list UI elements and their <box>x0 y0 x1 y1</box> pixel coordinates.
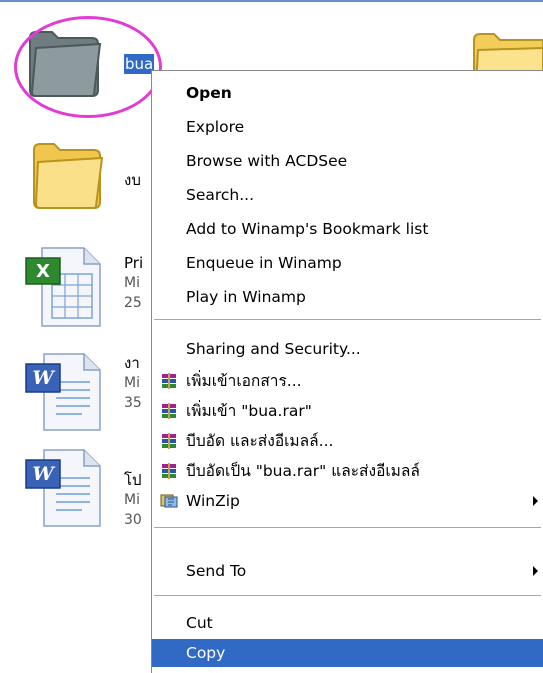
context-menu: Open Explore Browse with ACDSee Search..… <box>151 70 543 673</box>
menu-item-open[interactable]: Open <box>152 79 543 107</box>
folder-name-2: งบ <box>124 171 141 189</box>
folder-icon <box>33 143 104 209</box>
file-size-2: 35 <box>124 395 142 411</box>
file-name-1: Pri <box>124 254 144 272</box>
winrar-icon <box>162 373 176 389</box>
svg-text:W: W <box>32 463 55 485</box>
menu-item-winrar-add-archive[interactable]: เพิ่มเข้าเอกสาร... <box>152 367 543 395</box>
menu-item-label: WinZip <box>186 492 240 510</box>
svg-text:X: X <box>36 261 50 282</box>
menu-item-explore[interactable]: Explore <box>152 113 543 141</box>
menu-separator <box>154 319 541 320</box>
file-name-3: โป <box>124 471 142 489</box>
file-type-2: Mi <box>124 375 140 391</box>
menu-item-label: บีบอัด และส่งอีเมลล์... <box>186 432 334 450</box>
word-file-icon: W <box>25 353 101 431</box>
menu-item-browse-acdsee[interactable]: Browse with ACDSee <box>152 147 543 175</box>
menu-item-cut[interactable]: Cut <box>152 609 543 637</box>
menu-item-sharing-security[interactable]: Sharing and Security... <box>152 335 543 363</box>
menu-item-label: Send To <box>186 562 247 580</box>
excel-file-icon: X <box>25 247 101 327</box>
menu-item-copy[interactable]: Copy <box>152 639 543 667</box>
winrar-icon <box>162 403 176 419</box>
menu-item-label: บีบอัดเป็น "bua.rar" และส่งอีเมลล์ <box>186 462 420 480</box>
file-type-1: Mi <box>124 275 140 291</box>
file-type-3: Mi <box>124 492 140 508</box>
menu-separator <box>154 595 541 596</box>
menu-item-winrar-add-bua[interactable]: เพิ่มเข้า "bua.rar" <box>152 397 543 425</box>
file-size-3: 30 <box>124 512 142 528</box>
submenu-arrow-icon <box>533 496 538 506</box>
menu-separator <box>154 527 541 528</box>
menu-item-label: เพิ่มเข้า "bua.rar" <box>186 402 312 420</box>
highlight-ring <box>14 16 162 118</box>
winrar-icon <box>162 433 176 449</box>
menu-item-winrar-compress-email[interactable]: บีบอัด และส่งอีเมลล์... <box>152 427 543 455</box>
menu-item-play-winamp[interactable]: Play in Winamp <box>152 283 543 311</box>
file-name-2: งา <box>124 354 140 372</box>
window-top-border <box>0 0 543 2</box>
menu-item-winamp-bookmark[interactable]: Add to Winamp's Bookmark list <box>152 215 543 243</box>
menu-item-winrar-compress-bua-email[interactable]: บีบอัดเป็น "bua.rar" และส่งอีเมลล์ <box>152 457 543 485</box>
menu-item-label: เพิ่มเข้าเอกสาร... <box>186 372 302 390</box>
menu-item-enqueue-winamp[interactable]: Enqueue in Winamp <box>152 249 543 277</box>
word-file-icon: W <box>25 449 101 527</box>
menu-item-winzip[interactable]: WinZip <box>152 487 543 515</box>
menu-item-search[interactable]: Search... <box>152 181 543 209</box>
submenu-arrow-icon <box>533 566 538 576</box>
winzip-icon <box>160 494 178 508</box>
file-size-1: 25 <box>124 295 142 311</box>
menu-item-send-to[interactable]: Send To <box>152 557 543 585</box>
svg-text:W: W <box>32 367 55 389</box>
winrar-icon <box>162 463 176 479</box>
